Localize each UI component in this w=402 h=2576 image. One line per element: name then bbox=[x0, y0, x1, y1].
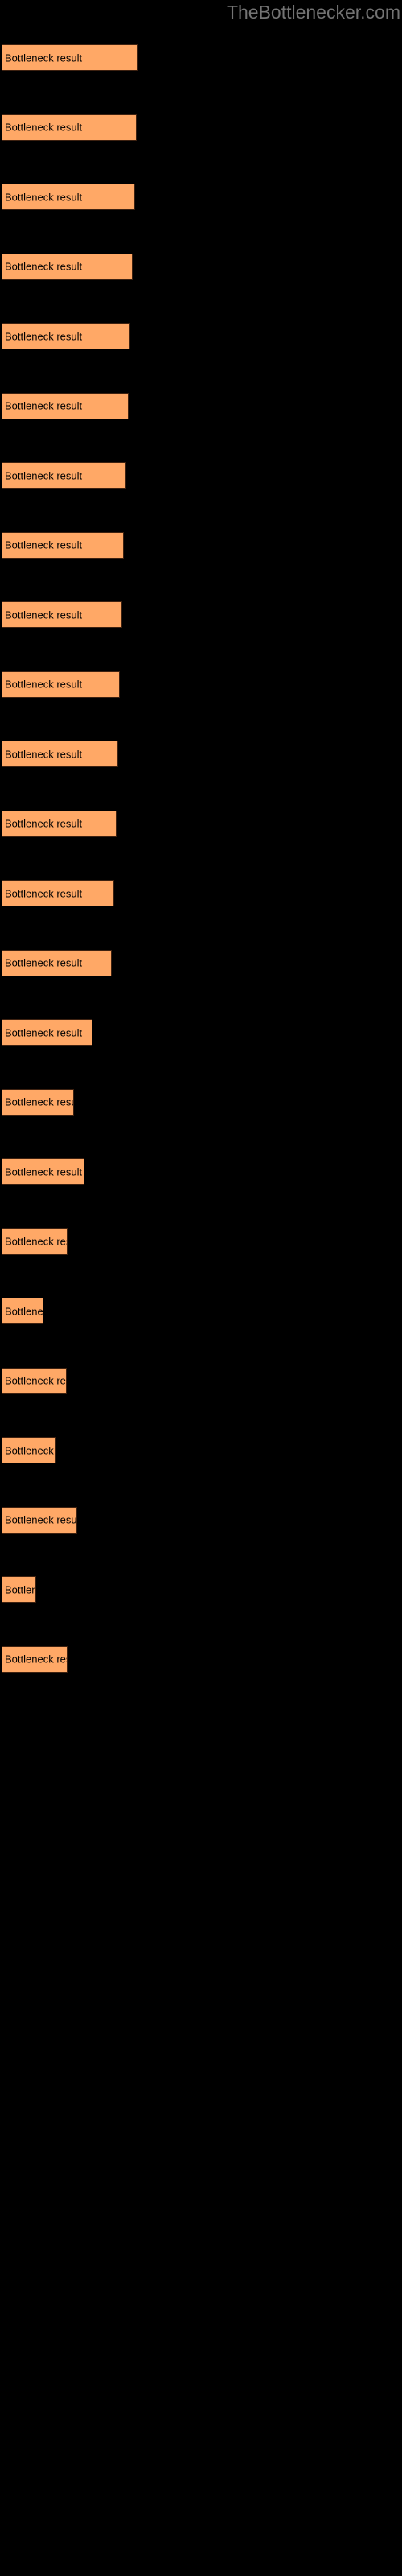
bar-label: Bottleneck result bbox=[5, 1166, 83, 1178]
bar-label: Bottleneck result bbox=[5, 678, 83, 691]
bar-22[interactable]: Bottleneck result bbox=[2, 1506, 77, 1534]
bar-20[interactable]: Bottleneck result bbox=[2, 1367, 67, 1394]
bar-8[interactable]: Bottleneck result bbox=[2, 531, 124, 559]
bar-14[interactable]: Bottleneck result bbox=[2, 949, 112, 976]
bar-18[interactable]: Bottleneck result bbox=[2, 1228, 68, 1255]
bar-17[interactable]: Bottleneck result bbox=[2, 1158, 84, 1185]
bar-label: Bottleneck result bbox=[5, 817, 83, 830]
bar-13[interactable]: Bottleneck result bbox=[2, 880, 114, 906]
bar-19[interactable]: Bottleneck result bbox=[2, 1298, 43, 1324]
bar-label: Bottleneck result bbox=[5, 1444, 55, 1456]
bar-1[interactable]: Bottleneck result bbox=[2, 44, 138, 71]
bar-12[interactable]: Bottleneck result bbox=[2, 810, 117, 837]
bar-label: Bottleneck result bbox=[5, 1653, 67, 1666]
bar-label: Bottleneck result bbox=[5, 1305, 43, 1317]
bar-label: Bottleneck result bbox=[5, 539, 83, 551]
bar-label: Bottleneck result bbox=[5, 469, 83, 481]
bar-label: Bottleneck result bbox=[5, 121, 83, 134]
bar-16[interactable]: Bottleneck result bbox=[2, 1088, 74, 1116]
bar-10[interactable]: Bottleneck result bbox=[2, 671, 120, 698]
bar-6[interactable]: Bottleneck result bbox=[2, 392, 129, 419]
bar-24[interactable]: Bottleneck result bbox=[2, 1645, 68, 1673]
bar-9[interactable]: Bottleneck result bbox=[2, 601, 122, 628]
bar-label: Bottleneck result bbox=[5, 609, 83, 621]
bar-label: Bottleneck result bbox=[5, 1235, 67, 1248]
bar-15[interactable]: Bottleneck result bbox=[2, 1019, 92, 1046]
bar-2[interactable]: Bottleneck result bbox=[2, 114, 137, 141]
bar-label: Bottleneck result bbox=[5, 956, 83, 969]
bar-4[interactable]: Bottleneck result bbox=[2, 253, 133, 280]
bar-7[interactable]: Bottleneck result bbox=[2, 462, 126, 489]
bar-3[interactable]: Bottleneck result bbox=[2, 184, 135, 210]
bar-23[interactable]: Bottleneck result bbox=[2, 1576, 36, 1603]
bar-label: Bottleneck result bbox=[5, 260, 83, 273]
bar-label: Bottleneck result bbox=[5, 1026, 83, 1038]
bar-label: Bottleneck result bbox=[5, 191, 83, 203]
bar-label: Bottleneck result bbox=[5, 1374, 66, 1387]
bottleneck-bar-chart: Bottleneck result Bottleneck result Bottle… bbox=[0, 0, 402, 2576]
bar-label: Bottleneck result bbox=[5, 330, 83, 342]
bar-label: Bottleneck result bbox=[5, 1096, 73, 1108]
bar-5[interactable]: Bottleneck result bbox=[2, 323, 130, 349]
bar-label: Bottleneck result bbox=[5, 1583, 35, 1596]
bar-label: Bottleneck result bbox=[5, 1513, 77, 1526]
bar-11[interactable]: Bottleneck result bbox=[2, 741, 118, 767]
bar-label: Bottleneck result bbox=[5, 887, 83, 899]
bar-label: Bottleneck result bbox=[5, 399, 83, 412]
bar-label: Bottleneck result bbox=[5, 748, 83, 760]
bar-21[interactable]: Bottleneck result bbox=[2, 1437, 56, 1463]
bar-label: Bottleneck result bbox=[5, 52, 83, 64]
